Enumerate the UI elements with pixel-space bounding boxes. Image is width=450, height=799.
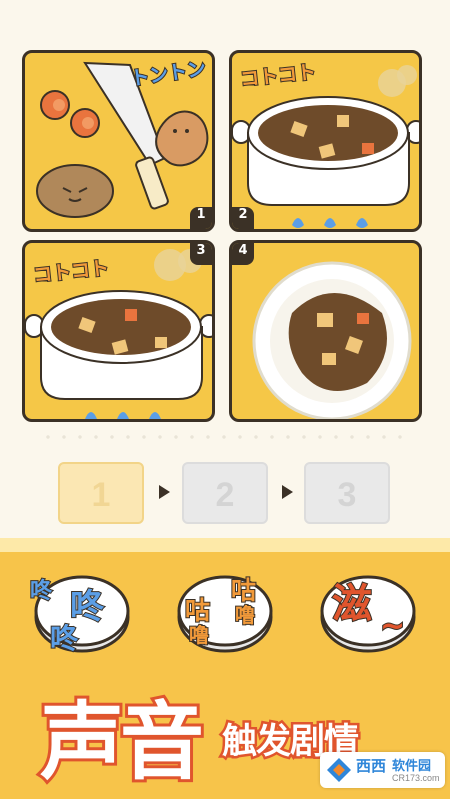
sound-button-sizzle[interactable]: 滋 ~ — [318, 567, 418, 657]
answer-slot-1[interactable]: 1 — [58, 462, 144, 524]
carrot-slices — [40, 90, 100, 138]
watermark-logo-icon — [327, 758, 351, 782]
gas-flames — [85, 412, 161, 419]
watermark-badge: 西西 软件园 CR173.com — [320, 752, 445, 788]
panel-number-1: 1 — [190, 207, 212, 229]
sfx-dong-1: 咚 — [29, 578, 53, 605]
watermark-site-text: 软件园 — [392, 759, 432, 774]
panel-number-2: 2 — [232, 207, 254, 229]
curry-pot — [232, 96, 419, 206]
steam-cloud — [378, 65, 417, 97]
sfx-gulu-2: 噜 — [188, 622, 210, 648]
watermark-brand: 西西 — [356, 757, 387, 775]
panel-4-art — [252, 261, 412, 419]
sfx-sizzle-2: ~ — [379, 608, 406, 645]
arrow-right-icon — [159, 485, 170, 499]
onion — [155, 110, 209, 167]
comic-strip: トントン 1 コトコト 2 コトコト 3 4 — [22, 50, 422, 422]
potato — [36, 164, 114, 218]
panel-number-3: 3 — [190, 243, 212, 265]
comic-panel-4[interactable]: 4 — [229, 240, 422, 422]
curry-plate — [252, 261, 412, 419]
panel-number-4: 4 — [232, 243, 254, 265]
gas-flames — [292, 218, 368, 228]
comic-panel-2[interactable]: コトコト 2 — [229, 50, 422, 232]
banner-title: 声音 — [37, 690, 207, 794]
comic-panel-1[interactable]: トントン 1 — [22, 50, 215, 232]
curry-pot — [25, 290, 212, 400]
sound-button-dong[interactable]: 咚 咚 咚 — [29, 567, 132, 657]
divider-dots — [40, 430, 410, 444]
comic-panel-3[interactable]: コトコト 3 — [22, 240, 215, 422]
watermark-url: CR173.com — [392, 773, 440, 783]
sfx-dong-3: 咚 — [49, 621, 79, 656]
sfx-gulu-4: 噜 — [234, 602, 256, 628]
sfx-sizzle-1: 滋 — [331, 580, 373, 628]
arrow-right-icon — [282, 485, 293, 499]
sound-button-gulu[interactable]: 咕 噜 咕 噜 — [175, 567, 275, 657]
banner-stripe — [0, 538, 450, 552]
answer-slot-2[interactable]: 2 — [182, 462, 268, 524]
answer-slot-3[interactable]: 3 — [304, 462, 390, 524]
